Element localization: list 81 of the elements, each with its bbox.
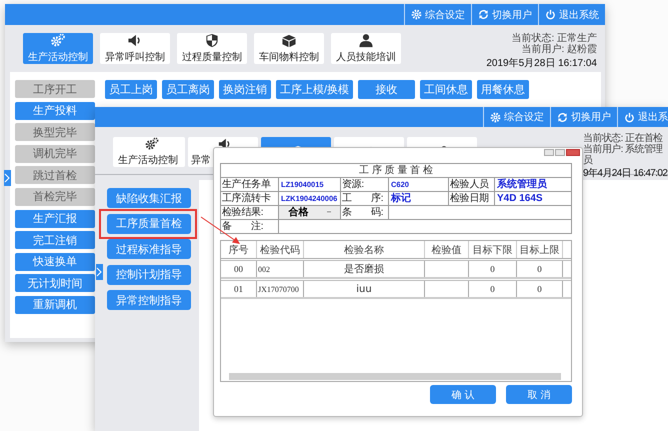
module-tab[interactable]: 生产活动控制	[113, 137, 185, 167]
field-value: 标记	[389, 192, 449, 206]
datetime-text: 2019年5月28日 16:17:04	[486, 58, 597, 69]
expand-tab[interactable]	[96, 264, 103, 280]
gears-icon	[142, 137, 160, 151]
sidebar-button[interactable]: 无计划时间	[15, 274, 95, 292]
confirm-button[interactable]: 确 认	[430, 385, 496, 404]
table-cell: 0	[469, 261, 517, 277]
refresh-icon	[478, 9, 489, 20]
table-cell: 0	[469, 281, 517, 297]
field-label: 检验人员	[449, 178, 495, 192]
field-label: 工 序:	[341, 192, 389, 206]
action-button[interactable]: 工序上模/换模	[276, 80, 354, 99]
action-button[interactable]: 员工离岗	[162, 80, 214, 99]
barcode-field[interactable]	[389, 206, 572, 220]
column-header: 检验值	[425, 241, 469, 258]
power-icon	[624, 112, 635, 122]
field-value: 系统管理员	[495, 178, 572, 192]
status-text: 当前状态: 正常生产	[511, 33, 597, 44]
cancel-button[interactable]: 取 消	[506, 385, 572, 404]
action-button[interactable]: 换岗注销	[219, 80, 271, 99]
sidebar-button[interactable]: 过程标准指导	[107, 239, 191, 259]
toolbar-button[interactable]: 退出系	[617, 107, 668, 127]
dropdown-icon	[326, 211, 330, 214]
module-tab[interactable]: 人员技能培训	[331, 33, 401, 64]
field-label: 检验日期	[449, 192, 495, 206]
sidebar-button[interactable]: 控制计划指导	[107, 264, 191, 284]
refresh-icon	[557, 112, 568, 122]
table-cell: 00	[221, 261, 257, 277]
field-label: 条 码:	[341, 206, 389, 220]
column-header: 检验代码	[257, 241, 304, 258]
field-label: 生产任务单	[221, 178, 279, 192]
module-tab[interactable]: 车间物料控制	[254, 33, 324, 64]
table-cell: 0	[517, 261, 563, 277]
settings-icon	[411, 9, 422, 20]
field-label: 工序流转卡	[221, 192, 279, 206]
settings-icon	[490, 112, 501, 122]
box-icon	[280, 33, 298, 48]
datetime-text: 9年4月24日 16:47:02	[583, 168, 668, 179]
expand-tab[interactable]	[4, 170, 11, 186]
field-label: 备 注:	[221, 220, 279, 234]
column-header: 目标下限	[469, 241, 517, 258]
person-icon	[357, 33, 375, 48]
sidebar-button[interactable]: 快速换单	[15, 252, 95, 271]
sidebar-button[interactable]: 重新调机	[15, 296, 95, 314]
table-cell: 002	[257, 261, 304, 277]
power-icon	[545, 9, 556, 20]
field-value: Y4D 164S	[495, 192, 572, 206]
field-label: 资源:	[341, 178, 389, 192]
module-tab[interactable]: 异常呼叫控制	[100, 33, 170, 64]
table-cell: JX17070700	[257, 281, 304, 297]
table-cell: 0	[517, 281, 563, 297]
action-button[interactable]: 用餐休息	[477, 80, 530, 99]
sidebar-button[interactable]: 完工注销	[15, 231, 95, 250]
horizontal-scrollbar[interactable]	[229, 373, 561, 380]
maximize-button[interactable]	[555, 149, 565, 156]
close-button[interactable]	[566, 149, 580, 156]
sidebar-button[interactable]: 生产投料	[15, 102, 95, 120]
result-dropdown[interactable]: 合格	[279, 206, 341, 220]
sidebar-button[interactable]: 异常控制指导	[107, 290, 191, 310]
table-cell: 是否磨损	[304, 261, 425, 277]
module-tab[interactable]: 过程质量控制	[177, 33, 247, 64]
column-header: 检验名称	[304, 241, 425, 258]
status-text: 当前用户: 系统管理员	[583, 144, 664, 166]
minimize-button[interactable]	[544, 149, 554, 156]
status-text: 当前用户: 赵粉霞	[521, 44, 597, 55]
module-tab[interactable]: 生产活动控制	[23, 33, 93, 64]
table-cell: 01	[221, 281, 257, 297]
status-text: 当前状态: 正在首检	[583, 133, 664, 144]
sidebar-button[interactable]: 生产汇报	[15, 210, 95, 228]
table-cell: iuu	[304, 281, 425, 297]
gears-icon	[49, 33, 67, 48]
sidebar-button[interactable]: 工序质量首检	[107, 214, 191, 234]
column-header: 目标上限	[517, 241, 563, 258]
action-button[interactable]: 接收	[358, 80, 416, 99]
dialog-title: 工 序 质 量 首 检	[221, 164, 572, 178]
sidebar-button[interactable]: 缺陷收集汇报	[107, 188, 191, 208]
action-button[interactable]: 员工上岗	[105, 80, 157, 99]
chevron-right-icon	[96, 266, 102, 278]
action-button[interactable]: 工间休息	[420, 80, 472, 99]
remark-field[interactable]	[279, 220, 572, 234]
